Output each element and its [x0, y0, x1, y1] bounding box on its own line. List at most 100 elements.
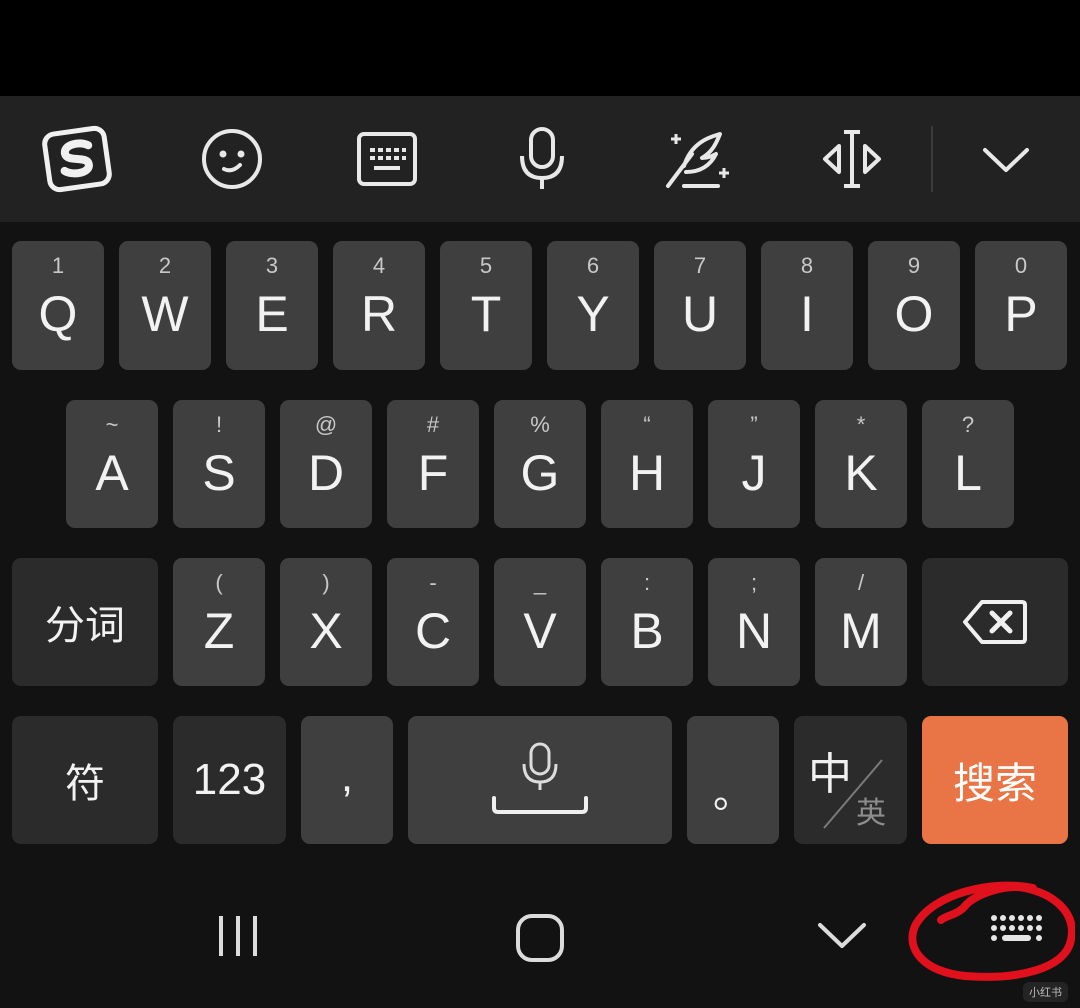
- key-label: X: [309, 603, 343, 659]
- language-switch-key[interactable]: 中 英: [794, 716, 907, 844]
- comma-key[interactable]: ,: [301, 716, 393, 844]
- key-hint: @: [314, 412, 338, 437]
- segment-key[interactable]: 分词: [12, 558, 158, 686]
- home-icon[interactable]: [508, 906, 572, 970]
- search-key-label: 搜索: [952, 759, 1037, 807]
- key-hint: 8: [800, 253, 814, 278]
- symbols-key[interactable]: 符: [12, 716, 158, 844]
- period-key[interactable]: 。: [687, 716, 779, 844]
- key-hint: “: [643, 412, 651, 437]
- toolbar-divider: [931, 126, 933, 192]
- key-o[interactable]: 9O: [868, 241, 960, 370]
- key-hint: *: [856, 412, 866, 437]
- key-label: O: [894, 286, 934, 342]
- key-hint: 2: [158, 253, 172, 278]
- key-k[interactable]: * K: [815, 400, 907, 528]
- key-label: Z: [203, 603, 235, 659]
- key-hint: _: [533, 570, 547, 595]
- key-label: Y: [576, 286, 610, 342]
- key-hint: 5: [479, 253, 493, 278]
- key-hint: :: [643, 570, 651, 595]
- key-hint: 9: [907, 253, 921, 278]
- key-p[interactable]: 0P: [975, 241, 1067, 370]
- key-n[interactable]: ; N: [708, 558, 800, 686]
- key-m[interactable]: / M: [815, 558, 907, 686]
- key-label: R: [360, 286, 398, 342]
- key-label: H: [628, 445, 666, 501]
- numbers-key-label: 123: [192, 755, 267, 804]
- key-hint: ”: [750, 412, 758, 437]
- key-label: J: [741, 445, 767, 501]
- cursor-move-icon[interactable]: [812, 124, 892, 194]
- chevron-down-icon[interactable]: [966, 124, 1046, 194]
- keyboard-toolbar: [0, 96, 1080, 222]
- key-u[interactable]: 7U: [654, 241, 746, 370]
- key-x[interactable]: ) X: [280, 558, 372, 686]
- key-hint: !: [215, 412, 223, 437]
- search-key[interactable]: 搜索: [922, 716, 1068, 844]
- space-key[interactable]: [408, 716, 672, 844]
- key-label: A: [95, 445, 129, 501]
- key-d[interactable]: @ D: [280, 400, 372, 528]
- key-label: E: [255, 286, 289, 342]
- segment-key-label: 分词: [45, 604, 125, 648]
- key-hint: ?: [961, 412, 975, 437]
- key-hint: ~: [105, 412, 119, 437]
- numbers-key[interactable]: 123: [173, 716, 286, 844]
- key-j[interactable]: ” J: [708, 400, 800, 528]
- key-y[interactable]: 6Y: [547, 241, 639, 370]
- key-label: K: [844, 445, 878, 501]
- key-label: D: [307, 445, 345, 501]
- key-hint: 7: [693, 253, 707, 278]
- keyboard: 1Q 2W 3E 4R 5T 6Y 7U 8I 9O 0P ~ A ! S @ D #…: [0, 96, 1080, 1008]
- key-l[interactable]: ? L: [922, 400, 1014, 528]
- key-hint: 4: [372, 253, 386, 278]
- key-b[interactable]: :B: [601, 558, 693, 686]
- key-e[interactable]: 3E: [226, 241, 318, 370]
- navigation-bar: [0, 876, 1080, 1008]
- recent-apps-icon[interactable]: [208, 906, 268, 966]
- key-hint: 1: [51, 253, 65, 278]
- key-c[interactable]: -C: [387, 558, 479, 686]
- key-label: P: [1004, 286, 1038, 342]
- key-i[interactable]: 8I: [761, 241, 853, 370]
- keyboard-icon[interactable]: [347, 124, 427, 194]
- backspace-icon: [922, 558, 1068, 686]
- key-q[interactable]: 1Q: [12, 241, 104, 370]
- status-area: [0, 0, 1080, 96]
- key-label: C: [414, 603, 452, 659]
- backspace-key[interactable]: [922, 558, 1068, 686]
- key-hint: ;: [750, 570, 758, 595]
- key-label: I: [800, 286, 814, 342]
- key-hint: (: [215, 570, 223, 595]
- key-s[interactable]: ! S: [173, 400, 265, 528]
- key-w[interactable]: 2W: [119, 241, 211, 370]
- key-h[interactable]: “H: [601, 400, 693, 528]
- microphone-icon[interactable]: [502, 124, 582, 194]
- hide-keyboard-icon[interactable]: [812, 910, 872, 960]
- sogou-logo-icon[interactable]: [37, 124, 117, 194]
- key-label: B: [630, 603, 664, 659]
- period-key-label: 。: [713, 772, 753, 816]
- lang-slash-icon: [823, 759, 883, 829]
- key-hint: ): [322, 570, 330, 595]
- quill-icon[interactable]: [657, 124, 737, 194]
- key-a[interactable]: ~ A: [66, 400, 158, 528]
- key-r[interactable]: 4R: [333, 241, 425, 370]
- key-v[interactable]: _ V: [494, 558, 586, 686]
- key-label: S: [202, 445, 236, 501]
- keyboard-switch-icon[interactable]: [905, 876, 1075, 988]
- symbols-key-label: 符: [65, 762, 105, 806]
- key-label: W: [141, 286, 189, 342]
- key-z[interactable]: (Z: [173, 558, 265, 686]
- key-f[interactable]: # F: [387, 400, 479, 528]
- key-hint: 6: [586, 253, 600, 278]
- emoji-icon[interactable]: [192, 124, 272, 194]
- key-label: N: [735, 603, 773, 659]
- key-hint: #: [426, 412, 440, 437]
- key-label: Q: [38, 286, 78, 342]
- key-hint: 0: [1014, 253, 1028, 278]
- key-g[interactable]: % G: [494, 400, 586, 528]
- key-t[interactable]: 5T: [440, 241, 532, 370]
- key-label: L: [954, 445, 982, 501]
